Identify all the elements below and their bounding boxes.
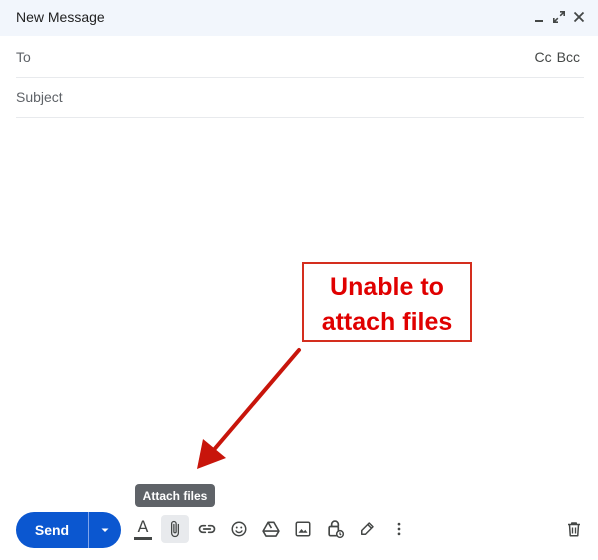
annotation-line-2: attach files xyxy=(321,308,453,336)
more-options-icon[interactable] xyxy=(385,515,413,543)
close-icon[interactable] xyxy=(570,8,588,26)
compose-window: New Message To Cc Bcc Subject Unable to a… xyxy=(0,0,598,560)
subject-field[interactable]: Subject xyxy=(16,77,584,118)
subject-placeholder: Subject xyxy=(16,89,63,105)
expand-icon[interactable] xyxy=(550,8,568,26)
message-body[interactable] xyxy=(16,118,584,478)
format-glyph: A xyxy=(137,516,149,536)
attach-files-tooltip: Attach files xyxy=(135,484,215,507)
cc-link[interactable]: Cc xyxy=(535,49,552,65)
insert-photo-icon[interactable] xyxy=(289,515,317,543)
dropdown-arrow-icon xyxy=(101,528,109,532)
compose-header: New Message xyxy=(0,0,598,36)
formatting-options-icon[interactable]: A xyxy=(129,515,157,543)
attach-file-icon[interactable] xyxy=(161,515,189,543)
bcc-link[interactable]: Bcc xyxy=(557,49,580,65)
google-drive-icon[interactable] xyxy=(257,515,285,543)
annotation-line-1: Unable to xyxy=(330,273,444,301)
signature-icon[interactable] xyxy=(353,515,381,543)
minimize-icon[interactable] xyxy=(530,8,548,26)
schedule-send-dropdown[interactable] xyxy=(89,512,121,548)
send-button-group: Send xyxy=(16,512,121,548)
cc-bcc-links: Cc Bcc xyxy=(535,49,580,65)
send-button[interactable]: Send xyxy=(16,512,88,548)
to-label: To xyxy=(16,49,31,65)
compose-title: New Message xyxy=(16,9,105,25)
to-field[interactable]: To Cc Bcc xyxy=(16,37,584,78)
emoji-icon[interactable] xyxy=(225,515,253,543)
insert-link-icon[interactable] xyxy=(193,515,221,543)
confidential-mode-icon[interactable] xyxy=(321,515,349,543)
discard-draft-icon[interactable] xyxy=(560,515,588,543)
annotation-box: Unable to attach files xyxy=(302,262,472,342)
